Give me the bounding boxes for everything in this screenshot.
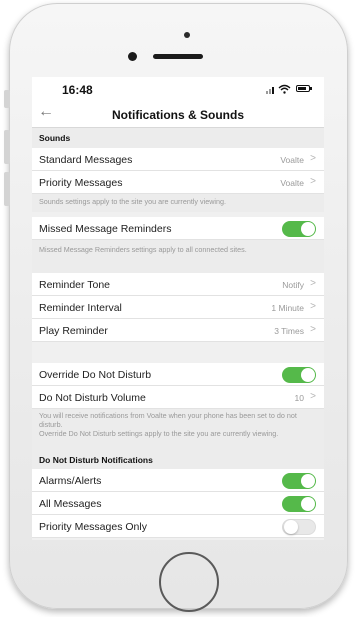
- row-label: Reminder Tone: [39, 279, 111, 291]
- note-text: Override Do Not Disturb settings apply t…: [39, 429, 279, 438]
- home-button[interactable]: [159, 552, 219, 612]
- mute-switch: [4, 90, 10, 108]
- dnd-volume-row[interactable]: Do Not Disturb Volume 10 >: [32, 386, 324, 409]
- reminder-interval-row[interactable]: Reminder Interval 1 Minute >: [32, 296, 324, 319]
- sounds-section-header: Sounds: [32, 128, 324, 148]
- battery-icon: [296, 85, 310, 92]
- all-messages-toggle[interactable]: [282, 496, 316, 512]
- signal-bar: [272, 87, 274, 94]
- chevron-right-icon: >: [310, 176, 316, 187]
- alarms-alerts-toggle[interactable]: [282, 473, 316, 489]
- row-label: Reminder Interval: [39, 302, 122, 314]
- row-value: 10: [294, 393, 304, 403]
- note-text: Missed Message Reminders settings apply …: [39, 245, 247, 254]
- standard-messages-row[interactable]: Standard Messages Voalte >: [32, 148, 324, 171]
- dnd-notifications-header: Do Not Disturb Notifications: [32, 452, 324, 469]
- row-label: All Messages: [39, 498, 102, 510]
- row-label: Do Not Disturb Volume: [39, 392, 146, 404]
- app-screen: 16:48 ← Notifications & Sounds Sounds St…: [32, 77, 324, 540]
- missed-reminders-toggle[interactable]: [282, 221, 316, 237]
- chevron-right-icon: >: [310, 278, 316, 289]
- earpiece-speaker: [153, 54, 203, 59]
- proximity-sensor: [184, 32, 190, 38]
- note-text: Sounds settings apply to the site you ar…: [39, 197, 226, 206]
- toggle-knob: [301, 474, 315, 488]
- dnd-note: You will receive notifications from Voal…: [32, 409, 324, 452]
- play-reminder-row[interactable]: Play Reminder 3 Times >: [32, 319, 324, 342]
- row-value: Notify: [282, 280, 304, 290]
- section-header-label: Sounds: [39, 133, 71, 143]
- row-value: Voalte: [280, 155, 304, 165]
- priority-messages-row[interactable]: Priority Messages Voalte >: [32, 171, 324, 194]
- status-bar: 16:48: [32, 77, 324, 101]
- nav-bar: ← Notifications & Sounds: [32, 101, 324, 128]
- row-label: Alarms/Alerts: [39, 475, 102, 487]
- battery-tip: [310, 87, 312, 90]
- missed-reminders-row: Missed Message Reminders: [32, 217, 324, 240]
- toggle-knob: [301, 497, 315, 511]
- row-value: 3 Times: [274, 326, 304, 336]
- note-text: You will receive notifications from Voal…: [39, 411, 297, 429]
- wifi-icon: [278, 84, 291, 94]
- row-label: Priority Messages: [39, 177, 123, 189]
- chevron-right-icon: >: [310, 391, 316, 402]
- signal-icon: [266, 91, 268, 94]
- chevron-right-icon: >: [310, 324, 316, 335]
- row-value: Voalte: [280, 178, 304, 188]
- override-dnd-toggle[interactable]: [282, 367, 316, 383]
- row-label: Priority Messages Only: [39, 521, 147, 533]
- toggle-knob: [301, 368, 315, 382]
- alarms-alerts-row: Alarms/Alerts: [32, 469, 324, 492]
- sounds-note: Sounds settings apply to the site you ar…: [32, 194, 324, 212]
- section-header-label: Do Not Disturb Notifications: [39, 455, 153, 465]
- toggle-knob: [284, 520, 298, 534]
- status-icons: [266, 84, 312, 94]
- volume-up-button: [4, 130, 10, 164]
- row-label: Override Do Not Disturb: [39, 369, 152, 381]
- toggle-knob: [301, 222, 315, 236]
- priority-only-toggle[interactable]: [282, 519, 316, 535]
- chevron-right-icon: >: [310, 301, 316, 312]
- missed-reminders-note: Missed Message Reminders settings apply …: [32, 240, 324, 273]
- row-label: Standard Messages: [39, 154, 133, 166]
- status-time: 16:48: [62, 83, 93, 97]
- chevron-right-icon: >: [310, 153, 316, 164]
- row-label: Play Reminder: [39, 325, 108, 337]
- priority-only-row: Priority Messages Only: [32, 515, 324, 538]
- override-dnd-row: Override Do Not Disturb: [32, 363, 324, 386]
- row-label: Missed Message Reminders: [39, 223, 172, 235]
- front-camera: [128, 52, 137, 61]
- signal-bar: [269, 89, 271, 94]
- all-messages-row: All Messages: [32, 492, 324, 515]
- volume-down-button: [4, 172, 10, 206]
- reminder-tone-row[interactable]: Reminder Tone Notify >: [32, 273, 324, 296]
- row-value: 1 Minute: [271, 303, 304, 313]
- page-title: Notifications & Sounds: [112, 108, 244, 122]
